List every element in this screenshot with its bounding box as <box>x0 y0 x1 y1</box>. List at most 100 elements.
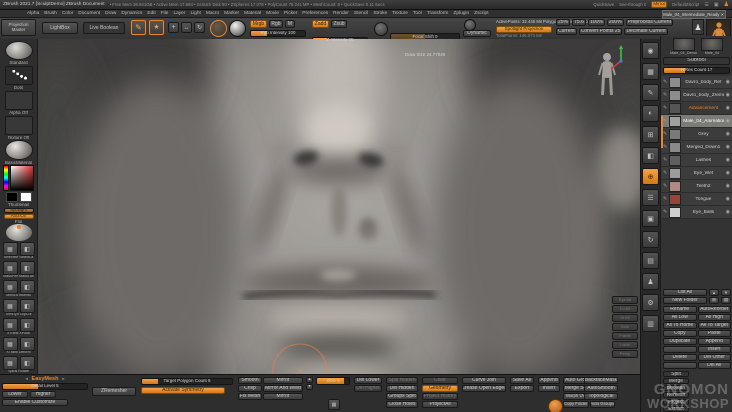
light-position-dot[interactable] <box>16 225 21 230</box>
subtool-action-button[interactable]: Rename <box>663 306 697 313</box>
sdiv-up-button[interactable]: ▲ <box>306 377 313 383</box>
geometry-tab-button[interactable]: Geometry <box>422 385 458 392</box>
strip-icon-button[interactable]: ✎ <box>642 84 659 101</box>
activate-symmetry-button[interactable]: Activate Symmetry <box>141 387 225 394</box>
strip-icon-button[interactable]: ⊞ <box>642 126 659 143</box>
menu-item[interactable]: Texture <box>392 11 408 16</box>
color-picker[interactable] <box>3 165 34 192</box>
current-alpha-thumb[interactable] <box>4 90 33 110</box>
quick-tool-button[interactable]: ▦ <box>2 356 18 371</box>
paint-icon[interactable]: ✎ <box>663 144 667 150</box>
quick-tool-button[interactable]: ◧ <box>19 242 35 257</box>
modify-button[interactable]: Crisp <box>238 385 262 392</box>
hidden-action-button[interactable]: Close Holes <box>386 401 418 408</box>
subtool-action-button[interactable]: Copy <box>663 330 697 337</box>
canvas-side-button[interactable]: Eye All <box>612 296 638 304</box>
cage-icon[interactable]: ▦ <box>328 399 340 410</box>
strip-icon-button[interactable]: ▥ <box>642 315 659 332</box>
sculptris-pro-button[interactable] <box>210 20 227 37</box>
strip-icon-button[interactable]: ↻ <box>642 231 659 248</box>
rgb-intensity-slider[interactable]: Rgb Intensity 100 <box>250 30 306 37</box>
canvas-side-button[interactable]: Persp <box>612 350 638 358</box>
menu-item[interactable]: Brush <box>44 11 57 16</box>
subtool-action-button[interactable]: Del Other <box>697 354 731 361</box>
del-level-button[interactable]: Del Higher <box>354 385 382 392</box>
subtool-count-slider[interactable]: HiRes Count 17 <box>663 67 730 75</box>
subtool-action-button[interactable]: Append <box>697 338 731 345</box>
quick-tool-button[interactable]: ▦ <box>2 337 18 352</box>
lightbox-button[interactable]: LightBox <box>42 22 78 34</box>
strip-icon-button[interactable]: ◧ <box>642 147 659 164</box>
subtool-action-button[interactable] <box>663 362 697 369</box>
mrgb-button[interactable]: Mrgb <box>250 20 267 28</box>
strip-icon-button[interactable]: ☰ <box>642 189 659 206</box>
subtool-scrollbar[interactable] <box>661 116 663 149</box>
zadd-button[interactable]: Zadd <box>312 20 329 28</box>
default-zscript-button[interactable]: DefaultZScript <box>672 2 699 7</box>
hue-strip[interactable] <box>3 165 9 192</box>
canvas-side-button[interactable]: Frame <box>612 332 638 340</box>
tool-thumb[interactable]: Male_04 <box>700 38 723 55</box>
lower-button[interactable]: Lower <box>2 391 28 398</box>
sdiv-down-button[interactable]: ▼ <box>306 384 313 390</box>
subtool-section-header[interactable]: Remesh <box>663 392 689 398</box>
mirror-weld-button[interactable]: Mirror And Weld <box>263 385 303 392</box>
subtool-row[interactable]: ✎ Eye_Wet ◉ <box>661 167 732 181</box>
rotate-button[interactable]: ↻ <box>194 22 205 33</box>
current-material-thumb[interactable] <box>4 140 33 160</box>
menu-item[interactable]: Zplugin <box>453 11 469 16</box>
new-folder-button[interactable]: New Folder <box>663 297 707 304</box>
target-polygon-slider[interactable]: Target Polygon Count 5 <box>141 378 233 385</box>
paint-icon[interactable]: ✎ <box>663 92 667 98</box>
menu-item[interactable]: Macro <box>206 11 219 16</box>
quick-tool-button[interactable]: ▦ <box>2 299 18 314</box>
subtool-action-button[interactable]: AutoReorder <box>697 306 731 313</box>
modify-button[interactable]: Smooth <box>238 377 262 384</box>
quick-tool-button[interactable]: ◧ <box>19 299 35 314</box>
quick-tool-button[interactable]: ▦ <box>2 318 18 333</box>
tool-history-figure-icon[interactable]: ♟ <box>692 19 704 35</box>
subtool-section-header[interactable]: Extract <box>663 406 689 412</box>
subtool-up-button[interactable]: ▲ <box>709 289 719 296</box>
hidden-action-button[interactable]: Split Hidden <box>386 377 418 384</box>
easymesh-prev-icon[interactable]: ◄ <box>25 377 29 381</box>
user-icon[interactable]: ♟ <box>724 1 729 8</box>
subtool-action-button[interactable]: Paste <box>697 330 731 337</box>
current-brush-thumb[interactable] <box>4 41 33 61</box>
canvas-side-button[interactable]: Local <box>612 341 638 349</box>
m-button[interactable]: M <box>285 20 295 28</box>
subtool-action-button[interactable]: Duplicate <box>663 338 697 345</box>
subtool-down-button[interactable]: ▼ <box>721 289 731 296</box>
menu-item[interactable]: Stroke <box>373 11 387 16</box>
menu-item[interactable]: Layer <box>173 11 185 16</box>
eye-icon[interactable]: ◉ <box>726 144 730 150</box>
paint-icon[interactable]: ✎ <box>663 209 667 215</box>
automask-button[interactable]: AutoSmooth <box>584 385 618 392</box>
strip-icon-button[interactable]: ▦ <box>642 63 659 80</box>
subtool-action-button[interactable]: All To Home <box>663 322 697 329</box>
decimate-percent-button[interactable]: 75.6 <box>572 19 587 26</box>
automask-button[interactable]: Topological <box>584 393 618 400</box>
groups-sub-button[interactable]: Copy Folder <box>563 401 589 408</box>
menu-item[interactable]: Dynamics <box>121 11 142 16</box>
menu-item[interactable]: Material <box>244 11 261 16</box>
decimate-percent-button[interactable]: Preprocess Current <box>625 19 673 26</box>
menu-item[interactable]: Stencil <box>354 11 368 16</box>
subtool-palette-title[interactable]: Subtool <box>663 57 730 66</box>
strip-icon-button[interactable]: ♟ <box>642 273 659 290</box>
close-icon[interactable]: ✕ <box>720 12 725 17</box>
eye-icon[interactable]: ◉ <box>726 118 730 124</box>
quick-tool-button[interactable]: ▦ <box>2 242 18 257</box>
hidden-action-button[interactable]: Groups Split <box>386 393 418 400</box>
subtool-row[interactable]: ✎ Merged_Down1 ◉ <box>661 141 732 155</box>
eye-icon[interactable]: ◉ <box>726 183 730 189</box>
subtool-action-button[interactable]: Delete <box>663 354 697 361</box>
zsub-button[interactable]: Zsub <box>331 20 347 28</box>
rgb-button[interactable]: Rgb <box>269 20 283 28</box>
hidden-action-button[interactable]: Del Hidden <box>386 385 418 392</box>
subtool-row[interactable]: ✎ Davro_body_Ref ◉ <box>661 76 732 90</box>
crease-button[interactable]: Curve Join <box>462 377 506 384</box>
folder-collapse-icon[interactable]: ⊞ <box>709 297 719 304</box>
strip-icon-button[interactable]: ⊕ <box>642 168 659 185</box>
quick-tool-button[interactable]: ▦ <box>2 280 18 295</box>
